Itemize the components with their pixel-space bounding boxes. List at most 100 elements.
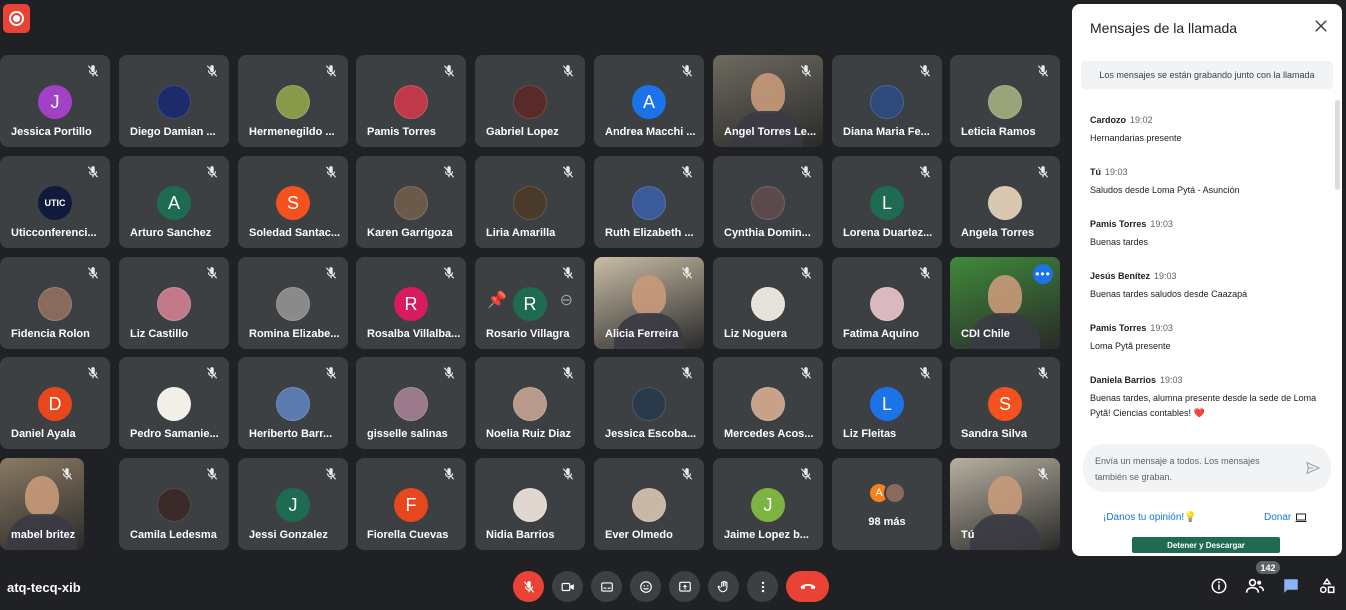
avatar: A xyxy=(632,85,666,119)
muted-mic-icon xyxy=(324,64,338,78)
muted-mic-icon xyxy=(324,467,338,481)
participant-tile[interactable]: J Jaime Lopez b... xyxy=(713,458,823,550)
participant-name: Nidia Barrios xyxy=(486,529,555,541)
participant-name: Gabriel Lopez xyxy=(486,126,559,138)
raise-hand-button[interactable] xyxy=(708,571,739,602)
chat-button[interactable] xyxy=(1280,575,1302,597)
participant-tile[interactable]: Angel Torres Le... xyxy=(713,55,823,147)
send-icon[interactable] xyxy=(1305,460,1321,476)
chat-scrollbar[interactable] xyxy=(1335,100,1340,190)
participant-tile[interactable]: Heriberto Barr... xyxy=(238,357,348,449)
participant-tile[interactable]: A 98 más xyxy=(832,458,942,550)
present-button[interactable] xyxy=(669,571,700,602)
close-icon[interactable] xyxy=(1312,17,1330,35)
more-options-button[interactable] xyxy=(747,571,778,602)
pin-icon[interactable]: 📌 xyxy=(487,290,507,310)
participant-tile[interactable]: D Daniel Ayala xyxy=(0,357,110,449)
participant-tile[interactable]: L Liz Fleitas xyxy=(832,357,942,449)
people-count-badge: 142 xyxy=(1256,561,1280,574)
participant-tile[interactable]: Angela Torres xyxy=(950,156,1060,248)
feedback-link[interactable]: ¡Danos tu opinión!💡 xyxy=(1103,512,1197,523)
participant-tile[interactable]: Gabriel Lopez xyxy=(475,55,585,147)
message-sender: Tú 19:03 xyxy=(1090,167,1330,177)
meeting-info-button[interactable] xyxy=(1208,575,1230,597)
activities-button[interactable] xyxy=(1316,575,1338,597)
participant-tile[interactable]: Ruth Elizabeth ... xyxy=(594,156,704,248)
participant-tile[interactable]: Alicia Ferreira xyxy=(594,257,704,349)
participant-tile[interactable]: Liz Noguera xyxy=(713,257,823,349)
participant-tile[interactable]: S Soledad Santac... xyxy=(238,156,348,248)
participant-tile[interactable]: Ever Olmedo xyxy=(594,458,704,550)
participant-tile[interactable]: gisselle salinas xyxy=(356,357,466,449)
chat-message: Cardozo 19:02 Hernandarias presente xyxy=(1090,115,1330,146)
participant-tile[interactable]: Diego Damian ... xyxy=(119,55,229,147)
chat-icon xyxy=(1284,579,1298,593)
muted-mic-icon xyxy=(680,467,694,481)
muted-mic-icon xyxy=(799,467,813,481)
participant-tile[interactable]: Mercedes Acos... xyxy=(713,357,823,449)
participant-tile[interactable]: Fatima Aquino xyxy=(832,257,942,349)
participant-name: Hermenegildo ... xyxy=(249,126,335,138)
muted-mic-icon xyxy=(799,165,813,179)
leave-call-button[interactable] xyxy=(786,571,829,602)
chat-message: Daniela Barrios 19:03 Buenas tardes, alumn… xyxy=(1090,375,1330,421)
participant-tile[interactable]: L Lorena Duartez... xyxy=(832,156,942,248)
people-button[interactable] xyxy=(1244,575,1266,597)
tile-options-icon[interactable]: ••• xyxy=(1033,264,1053,284)
muted-mic-icon xyxy=(680,165,694,179)
muted-mic-icon xyxy=(561,165,575,179)
donate-link[interactable]: Donar xyxy=(1264,512,1307,523)
participant-tile[interactable]: Liz Castillo xyxy=(119,257,229,349)
participant-tile[interactable]: ••• CDI Chile xyxy=(950,257,1060,349)
microphone-off-button[interactable] xyxy=(513,571,544,602)
bottom-toolbar: atq-tecq-xib xyxy=(0,565,1346,610)
participant-tile[interactable]: Noelia Ruiz Diaz xyxy=(475,357,585,449)
participant-tile[interactable]: F Fiorella Cuevas xyxy=(356,458,466,550)
participant-tile[interactable]: R 📌 ⊖ Rosario Villagra xyxy=(475,257,585,349)
participant-tile[interactable]: Camila Ledesma xyxy=(119,458,229,550)
participant-tile[interactable]: Karen Garrigoza xyxy=(356,156,466,248)
participant-tile[interactable]: S Sandra Silva xyxy=(950,357,1060,449)
message-input[interactable]: Envía un mensaje a todos. Los mensajes t… xyxy=(1083,444,1331,492)
captions-button[interactable] xyxy=(591,571,622,602)
participant-tile[interactable]: Cynthia Domin... xyxy=(713,156,823,248)
chat-panel: Mensajes de la llamada Los mensajes se e… xyxy=(1072,4,1342,556)
participant-name: Liz Fleitas xyxy=(843,428,897,440)
participant-tile[interactable]: Pedro Samanie... xyxy=(119,357,229,449)
participant-tile[interactable]: Nidia Barrios xyxy=(475,458,585,550)
participant-name: Arturo Sanchez xyxy=(130,227,212,239)
emoji-button[interactable] xyxy=(630,571,661,602)
participant-tile[interactable]: Tú xyxy=(950,458,1060,550)
participant-tile[interactable]: UTIC Uticconferenci... xyxy=(0,156,110,248)
participant-name: Liz Noguera xyxy=(724,328,787,340)
participant-tile[interactable]: A Arturo Sanchez xyxy=(119,156,229,248)
participant-tile[interactable]: Diana Maria Fe... xyxy=(832,55,942,147)
stop-and-download-button[interactable]: Detener y Descargar xyxy=(1132,537,1280,553)
participant-tile[interactable]: Fidencia Rolon xyxy=(0,257,110,349)
participant-tile[interactable]: Pamis Torres xyxy=(356,55,466,147)
camera-button[interactable] xyxy=(552,571,583,602)
muted-mic-icon xyxy=(205,366,219,380)
muted-mic-icon xyxy=(561,64,575,78)
participant-tile[interactable]: Romina Elizabe... xyxy=(238,257,348,349)
meeting-code: atq-tecq-xib xyxy=(7,580,81,595)
remove-icon[interactable]: ⊖ xyxy=(560,290,573,310)
participant-tile[interactable]: J Jessica Portillo xyxy=(0,55,110,147)
participant-name: Daniel Ayala xyxy=(11,428,76,440)
participant-tile[interactable]: Leticia Ramos xyxy=(950,55,1060,147)
participant-tile[interactable]: Liria Amarilla xyxy=(475,156,585,248)
participant-name: Karen Garrigoza xyxy=(367,227,453,239)
participant-tile[interactable]: Jessica Escoba... xyxy=(594,357,704,449)
present-screen-icon xyxy=(678,581,691,592)
participant-tile[interactable]: R Rosalba Villalba... xyxy=(356,257,466,349)
avatar xyxy=(157,488,191,522)
participant-name: Liz Castillo xyxy=(130,328,189,340)
video-person-shape xyxy=(751,73,785,113)
participant-tile[interactable]: mabel britez xyxy=(0,458,84,550)
avatar: J xyxy=(751,488,785,522)
recording-indicator-icon[interactable] xyxy=(3,4,30,33)
participant-tile[interactable]: J Jessi Gonzalez xyxy=(238,458,348,550)
participant-tile[interactable]: Hermenegildo ... xyxy=(238,55,348,147)
muted-mic-icon xyxy=(442,266,456,280)
participant-tile[interactable]: A Andrea Macchi ... xyxy=(594,55,704,147)
